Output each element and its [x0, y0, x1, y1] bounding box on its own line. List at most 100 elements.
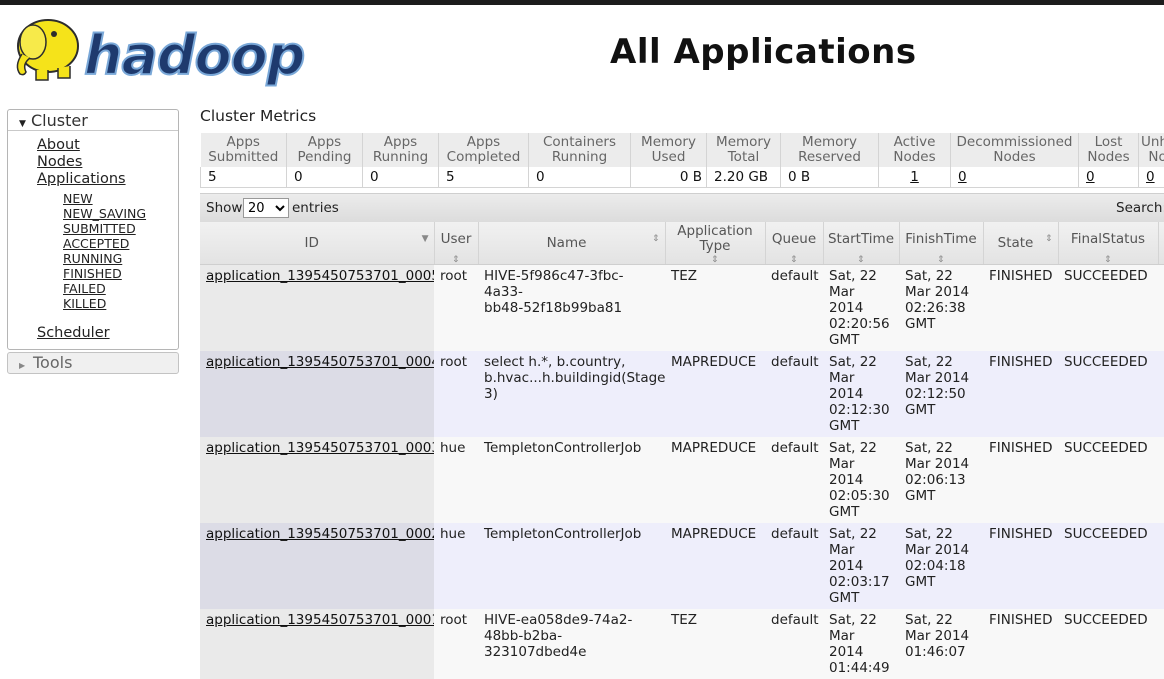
app-queue: default — [765, 265, 823, 352]
sidebar-cluster-panel: ▼Cluster About Nodes Applications NEW NE… — [7, 109, 179, 350]
table-row: application_1395450753701_0001 root HIVE… — [200, 609, 1164, 679]
table-row: application_1395450753701_0005 root HIVE… — [200, 265, 1164, 352]
sidebar-link-scheduler[interactable]: Scheduler — [37, 325, 178, 342]
table-controls-bar: Show 20 entries Search: — [200, 193, 1164, 222]
app-type: TEZ — [665, 609, 765, 679]
hadoop-logo: hadoop — [8, 10, 308, 88]
lost-nodes-link[interactable]: 0 — [1086, 169, 1095, 185]
app-state: FINISHED — [983, 523, 1058, 609]
column-header-id[interactable]: ID▼ — [200, 222, 434, 265]
metric-header: AppsCompleted — [439, 133, 529, 167]
app-user: hue — [434, 437, 478, 523]
column-header-starttime[interactable]: StartTime⇕ — [823, 222, 899, 265]
column-header-finishtime[interactable]: FinishTime⇕ — [899, 222, 983, 265]
metric-memory-used: 0 B — [631, 167, 707, 187]
search-label: Search: — [1116, 200, 1164, 216]
decommissioned-nodes-link[interactable]: 0 — [958, 169, 967, 185]
window-top-edge — [0, 0, 1164, 5]
app-finalstatus: SUCCEEDED — [1058, 351, 1158, 437]
sort-both-icon: ⇕ — [1045, 235, 1053, 243]
metric-header: AppsRunning — [363, 133, 439, 167]
app-name: TempletonControllerJob — [478, 437, 665, 523]
sort-both-icon: ⇕ — [790, 256, 798, 264]
app-finalstatus: SUCCEEDED — [1058, 437, 1158, 523]
app-id-cell: application_1395450753701_0002 — [200, 523, 434, 609]
column-header-application-type[interactable]: ApplicationType⇕ — [665, 222, 765, 265]
app-finishtime: Sat, 22Mar 201401:46:07 — [899, 609, 983, 679]
column-header-user[interactable]: User⇕ — [434, 222, 478, 265]
metric-header: MemoryReserved — [781, 133, 879, 167]
app-id-link[interactable]: application_1395450753701_0003 — [206, 440, 434, 456]
app-progress — [1158, 351, 1164, 437]
sidebar-cluster-label: Cluster — [31, 111, 88, 130]
metric-containers-running: 0 — [529, 167, 631, 187]
metrics-header-row: AppsSubmitted AppsPending AppsRunning Ap… — [201, 133, 1164, 167]
sidebar-state-running[interactable]: RUNNING — [63, 251, 178, 266]
column-header-name[interactable]: Name⇕ — [478, 222, 665, 265]
applications-header-row: ID▼ User⇕ Name⇕ ApplicationType⇕ Queue⇕ … — [200, 222, 1164, 265]
app-id-link[interactable]: application_1395450753701_0004 — [206, 354, 434, 370]
table-row: application_1395450753701_0002 hue Templ… — [200, 523, 1164, 609]
active-nodes-link[interactable]: 1 — [910, 169, 919, 185]
app-starttime: Sat, 22Mar 201402:20:56GMT — [823, 265, 899, 352]
app-id-link[interactable]: application_1395450753701_0002 — [206, 526, 434, 542]
app-id-cell: application_1395450753701_0004 — [200, 351, 434, 437]
sort-both-icon: ⇕ — [1104, 256, 1112, 264]
sidebar-state-accepted[interactable]: ACCEPTED — [63, 236, 178, 251]
app-id-cell: application_1395450753701_0001 — [200, 609, 434, 679]
metric-decommissioned-nodes: 0 — [951, 167, 1079, 187]
app-state: FINISHED — [983, 265, 1058, 352]
triangle-down-icon: ▼ — [19, 114, 31, 135]
sidebar-link-nodes[interactable]: Nodes — [37, 154, 178, 171]
app-finishtime: Sat, 22Mar 201402:12:50GMT — [899, 351, 983, 437]
metric-header: ActiveNodes — [879, 133, 951, 167]
applications-table: ID▼ User⇕ Name⇕ ApplicationType⇕ Queue⇕ … — [200, 222, 1164, 679]
app-id-cell: application_1395450753701_0005 — [200, 265, 434, 352]
entries-label: entries — [292, 200, 339, 216]
column-header-state[interactable]: State⇕ — [983, 222, 1058, 265]
app-finalstatus: SUCCEEDED — [1058, 609, 1158, 679]
triangle-right-icon: ▶ — [19, 356, 33, 376]
app-user: root — [434, 609, 478, 679]
sidebar-state-finished[interactable]: FINISHED — [63, 266, 178, 281]
unhealthy-nodes-link[interactable]: 0 — [1146, 169, 1155, 185]
column-header-progress[interactable] — [1158, 222, 1164, 265]
app-progress — [1158, 609, 1164, 679]
app-finalstatus: SUCCEEDED — [1058, 523, 1158, 609]
app-queue: default — [765, 351, 823, 437]
sidebar-state-new[interactable]: NEW — [63, 191, 178, 206]
metric-header: ContainersRunning — [529, 133, 631, 167]
metric-unhealthy-nodes: 0 — [1139, 167, 1164, 187]
table-row: application_1395450753701_0004 root sele… — [200, 351, 1164, 437]
cluster-metrics-title: Cluster Metrics — [200, 107, 316, 125]
app-starttime: Sat, 22Mar 201402:12:30GMT — [823, 351, 899, 437]
app-id-link[interactable]: application_1395450753701_0005 — [206, 268, 434, 284]
column-header-queue[interactable]: Queue⇕ — [765, 222, 823, 265]
sidebar-link-about[interactable]: About — [37, 137, 178, 154]
page-size-select[interactable]: 20 — [243, 198, 289, 218]
sidebar-tools-header[interactable]: ▶Tools — [7, 352, 179, 374]
app-name: select h.*, b.country,b.hvac...h.buildin… — [478, 351, 665, 437]
sidebar-state-failed[interactable]: FAILED — [63, 281, 178, 296]
table-row: application_1395450753701_0003 hue Templ… — [200, 437, 1164, 523]
metric-active-nodes: 1 — [879, 167, 951, 187]
app-type: MAPREDUCE — [665, 437, 765, 523]
sidebar-app-states: NEW NEW_SAVING SUBMITTED ACCEPTED RUNNIN… — [37, 191, 178, 311]
app-user: root — [434, 351, 478, 437]
app-progress — [1158, 437, 1164, 523]
app-starttime: Sat, 22Mar 201401:44:49 — [823, 609, 899, 679]
app-type: TEZ — [665, 265, 765, 352]
metric-memory-reserved: 0 B — [781, 167, 879, 187]
sidebar-state-new-saving[interactable]: NEW_SAVING — [63, 206, 178, 221]
app-id-link[interactable]: application_1395450753701_0001 — [206, 612, 434, 628]
sort-both-icon: ⇕ — [857, 256, 865, 264]
page-title: All Applications — [610, 32, 917, 72]
sidebar-state-submitted[interactable]: SUBMITTED — [63, 221, 178, 236]
sidebar-state-killed[interactable]: KILLED — [63, 296, 178, 311]
metric-header: UnhealthyNodes — [1139, 133, 1164, 167]
sidebar-cluster-header[interactable]: ▼Cluster — [8, 110, 178, 131]
column-header-finalstatus[interactable]: FinalStatus⇕ — [1058, 222, 1158, 265]
app-queue: default — [765, 437, 823, 523]
sidebar-link-applications[interactable]: Applications — [37, 171, 178, 188]
metrics-value-row: 5 0 0 5 0 0 B 2.20 GB 0 B 1 0 0 0 — [201, 167, 1164, 187]
